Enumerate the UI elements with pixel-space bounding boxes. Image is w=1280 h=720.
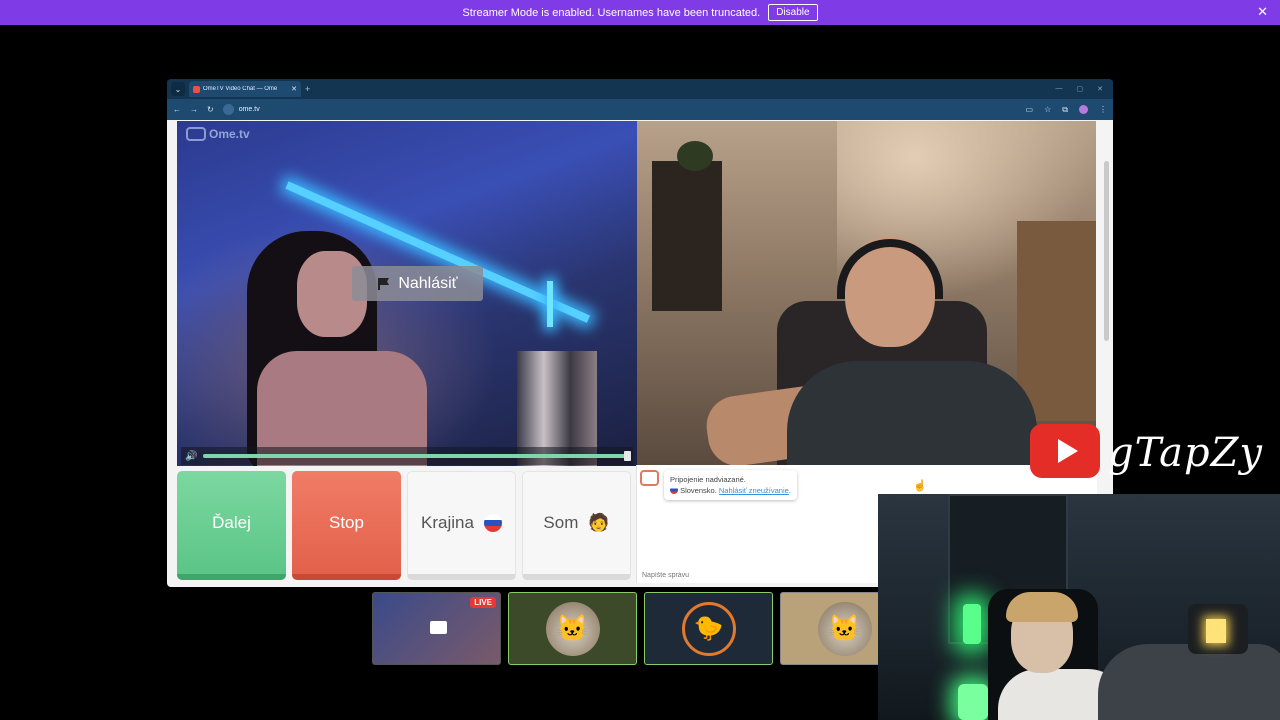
ometv-chat-icon (640, 470, 659, 486)
device-light (1206, 619, 1226, 643)
new-tab-icon[interactable]: + (305, 84, 310, 94)
thumbnail-cat-santa[interactable]: 🐱 (508, 592, 637, 665)
streamer-webcam (878, 494, 1280, 720)
volume-bar: 🔊 (181, 447, 633, 465)
pixel-character-icon: 🐤 (681, 601, 736, 656)
play-icon (1057, 439, 1078, 463)
som-label: Som (543, 513, 579, 532)
plant (677, 141, 713, 171)
stop-button[interactable]: Stop (292, 471, 401, 580)
monitor-icon (430, 621, 447, 634)
profile-avatar[interactable] (1079, 105, 1088, 114)
country-text: Slovensko. (680, 486, 717, 495)
page-scrollbar[interactable] (1104, 161, 1109, 341)
hand-cursor-icon: ☝ (913, 480, 927, 492)
green-light (963, 604, 981, 644)
more-menu-icon[interactable]: ⋮ (1099, 105, 1107, 114)
report-abuse-link[interactable]: Nahlásiť zneužívanie (719, 486, 789, 495)
country-line: Slovensko. Nahlásiť zneužívanie. (670, 485, 791, 496)
flag-icon (378, 277, 390, 290)
tab-bar: ⌄ OmeTV Video Chat — Ome ✕ + — ▢ ✕ (167, 79, 1113, 99)
volume-slider[interactable] (203, 451, 631, 461)
self-body (787, 361, 1037, 466)
back-icon[interactable]: ← (173, 105, 181, 114)
thumbnail-live[interactable]: LIVE (372, 592, 501, 665)
ometv-logo: Ome.tv (186, 127, 250, 141)
connected-text: Pripojenie nadviazané. (670, 475, 746, 484)
report-label: Nahlásiť (398, 274, 458, 292)
cabinet (1017, 221, 1096, 421)
cat-santa-icon: 🐱 (545, 601, 600, 656)
neon-light (547, 281, 553, 327)
shelf (652, 161, 722, 311)
slovakia-flag-icon (483, 514, 502, 532)
country-button[interactable]: Krajina (407, 471, 516, 580)
url-text: ome.tv (238, 106, 260, 113)
reload-icon[interactable]: ↻ (207, 105, 214, 114)
tab-close-icon[interactable]: ✕ (291, 85, 297, 93)
tab-search-icon[interactable]: ⌄ (171, 82, 185, 96)
stop-label: Stop (329, 512, 364, 532)
gender-button[interactable]: Som 🧑 (522, 471, 631, 580)
tab-title: OmeTV Video Chat — Ome (203, 86, 278, 92)
report-button[interactable]: Nahlásiť (352, 266, 483, 301)
stream-thumbnails: LIVE 🐱 🐤 🐱 (372, 592, 909, 665)
tab-ometv[interactable]: OmeTV Video Chat — Ome ✕ (189, 81, 301, 97)
ometv-favicon-icon (193, 85, 200, 93)
toolbar-right: ▭ ☆ ⧉ ⋮ (1026, 105, 1107, 115)
volume-slider-thumb[interactable] (624, 451, 631, 461)
maximize-icon[interactable]: ▢ (1077, 85, 1084, 93)
next-label: Ďalej (212, 512, 251, 532)
bookmark-star-icon[interactable]: ☆ (1044, 105, 1051, 114)
channel-name: gTapZy (1108, 430, 1264, 476)
partner-video: Ome.tv Nahlásiť 🔊 (177, 121, 637, 466)
cast-icon[interactable]: ▭ (1026, 105, 1034, 114)
self-video (637, 121, 1096, 466)
address-bar[interactable]: ome.tv (222, 104, 260, 115)
forward-icon[interactable]: → (190, 105, 198, 114)
system-message: Pripojenie nadviazané. Slovensko. Nahlás… (640, 470, 797, 500)
window-close-icon[interactable]: ✕ (1097, 85, 1103, 93)
navigation-bar: ← → ↻ ome.tv ▭ ☆ ⧉ ⋮ (167, 99, 1113, 120)
country-label: Krajina (421, 513, 474, 532)
youtube-logo-icon (1030, 424, 1100, 478)
minimize-icon[interactable]: — (1056, 85, 1063, 93)
live-badge: LIVE (470, 597, 496, 608)
extensions-icon[interactable]: ⧉ (1062, 105, 1068, 115)
slovakia-flag-icon (670, 486, 678, 494)
blanket (1098, 644, 1280, 720)
site-info-icon[interactable] (222, 104, 234, 115)
next-button[interactable]: Ďalej (177, 471, 286, 580)
green-light (958, 684, 988, 720)
person-emoji-icon: 🧑 (588, 513, 610, 532)
cat-icon: 🐱 (817, 601, 872, 656)
message-bubble: Pripojenie nadviazané. Slovensko. Nahlás… (664, 470, 797, 500)
action-buttons: Ďalej Stop Krajina Som 🧑 (177, 471, 632, 580)
close-icon[interactable]: ✕ (1257, 4, 1268, 20)
streamer-hair (1006, 592, 1078, 622)
ometv-logo-text: Ome.tv (209, 127, 250, 141)
banner-message: Streamer Mode is enabled. Usernames have… (462, 6, 761, 19)
ometv-logo-icon (186, 127, 206, 141)
streamer-mode-banner: Streamer Mode is enabled. Usernames have… (0, 0, 1280, 25)
disable-streamer-mode-button[interactable]: Disable (768, 4, 818, 21)
window-controls: — ▢ ✕ (1056, 85, 1114, 93)
thumbnail-pixel[interactable]: 🐤 (644, 592, 773, 665)
speaker-icon[interactable]: 🔊 (185, 451, 197, 462)
